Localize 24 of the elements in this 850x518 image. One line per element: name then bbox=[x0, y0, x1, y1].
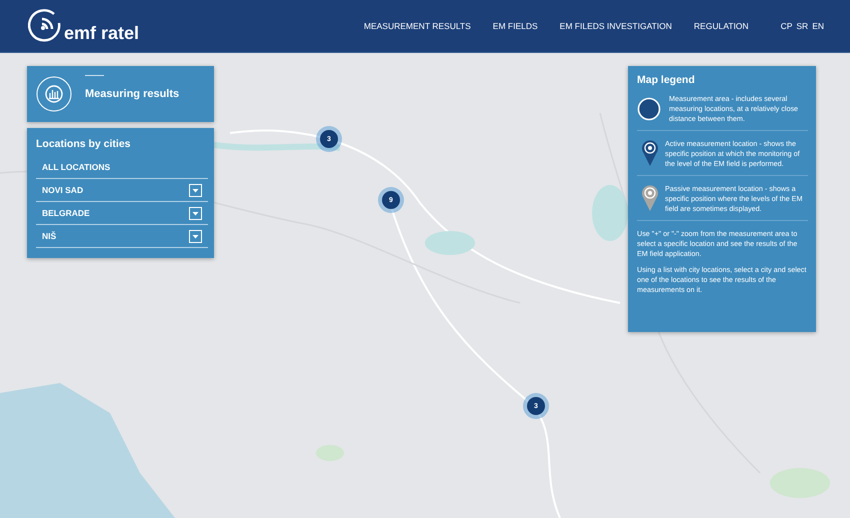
nav-link[interactable]: EM FILEDS INVESTIGATION bbox=[560, 21, 672, 31]
dropdown-icon[interactable] bbox=[189, 206, 202, 220]
results-panel[interactable]: Measuring results bbox=[27, 66, 214, 122]
city-item[interactable]: ALL LOCATIONS bbox=[42, 162, 110, 172]
dropdown-icon[interactable] bbox=[189, 230, 202, 242]
circle-icon bbox=[637, 97, 661, 121]
legend-title: Map legend bbox=[637, 74, 696, 86]
wifi-circle-icon bbox=[28, 9, 62, 43]
location-pin-icon bbox=[641, 184, 659, 212]
language-link[interactable]: EN bbox=[812, 21, 824, 31]
logo-text[interactable]: emf ratel bbox=[64, 23, 140, 43]
nav-link[interactable]: MEASUREMENT RESULTS bbox=[364, 21, 471, 31]
city-item[interactable]: NIŠ bbox=[42, 231, 56, 241]
city-item[interactable]: BELGRADE bbox=[42, 208, 90, 218]
nav-link[interactable]: REGULATION bbox=[694, 21, 749, 31]
city-item[interactable]: NOVI SAD bbox=[42, 185, 84, 195]
dropdown-icon[interactable] bbox=[189, 184, 202, 196]
panel-title: Measuring results bbox=[85, 88, 180, 100]
location-pin-icon bbox=[641, 139, 659, 167]
language-link[interactable]: CP bbox=[780, 21, 792, 31]
nav-link[interactable]: EM FIELDS bbox=[492, 21, 538, 31]
bar-chart-icon bbox=[36, 76, 72, 112]
panel-title: Locations by cities bbox=[36, 138, 132, 150]
language-link[interactable]: SR bbox=[796, 21, 808, 31]
